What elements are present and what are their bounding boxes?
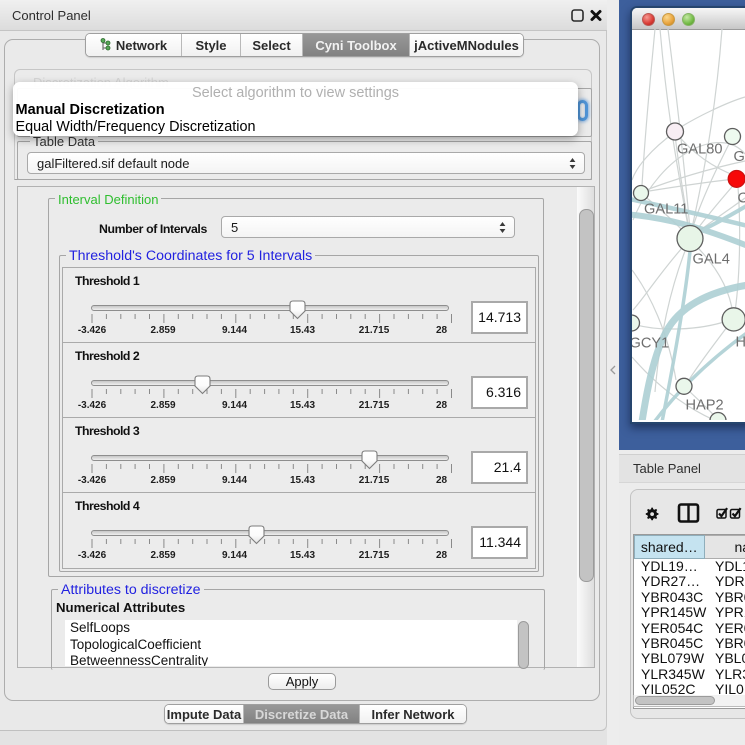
svg-text:H: H: [736, 335, 745, 351]
svg-text:GCY1: GCY1: [632, 336, 669, 352]
svg-text:GAL80: GAL80: [677, 142, 722, 158]
svg-text:GA: GA: [734, 149, 745, 165]
svg-text:HAP2: HAP2: [686, 398, 724, 414]
svg-text:GAL11: GAL11: [644, 202, 688, 218]
svg-text:GAL4: GAL4: [693, 252, 730, 268]
svg-text:C: C: [738, 191, 745, 207]
